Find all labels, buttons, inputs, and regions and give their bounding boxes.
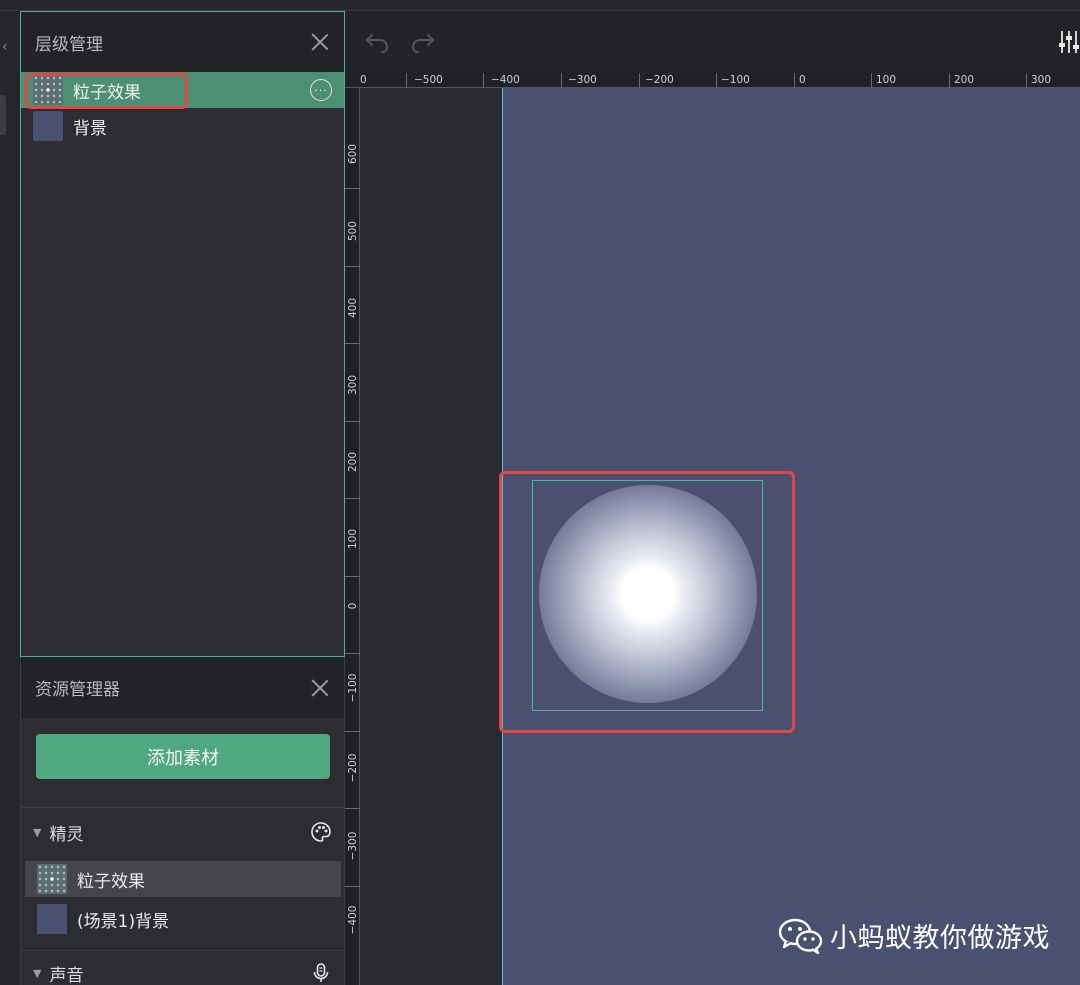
more-options-icon[interactable]: ··· <box>310 79 332 101</box>
editor-toolbar <box>345 11 1080 73</box>
ruler-label: 200 <box>954 74 975 86</box>
ruler-tick <box>345 498 360 499</box>
hierarchy-panel: 层级管理 粒子效果 ··· 背景 <box>20 11 345 657</box>
side-tab[interactable] <box>0 95 6 135</box>
background-thumbnail <box>37 904 67 934</box>
ruler-tick <box>345 731 360 732</box>
ruler-tick <box>345 188 360 189</box>
redo-icon[interactable] <box>409 27 437 55</box>
asset-item-particles[interactable]: 粒子效果 <box>25 861 341 897</box>
ruler-label: −100 <box>721 74 750 86</box>
editor-window: ‹ 层级管理 粒子效果 ··· 背景 资源管理器 添加素材 ▼ 精灵 粒子效果 … <box>0 0 1080 985</box>
ruler-tick <box>483 73 484 88</box>
layer-label: 粒子效果 <box>73 82 141 103</box>
layer-item-particles[interactable]: 粒子效果 ··· <box>21 72 344 109</box>
ruler-label: −200 <box>645 74 674 86</box>
ruler-vertical: 600 500 400 300 200 100 0 −100 −200 −300… <box>345 88 360 985</box>
ruler-tick <box>794 73 795 88</box>
section-title: 精灵 <box>49 824 84 845</box>
sliders-icon[interactable] <box>1058 29 1080 55</box>
watermark-text: 小蚂蚁教你做游戏 <box>830 923 1050 954</box>
ruler-label: −100 <box>347 673 359 703</box>
ruler-label: 0 <box>347 602 359 610</box>
ruler-tick <box>871 73 872 88</box>
ruler-label: 500 <box>347 220 359 242</box>
ruler-tick <box>345 266 360 267</box>
hierarchy-header: 层级管理 <box>21 12 344 72</box>
ruler-tick <box>949 73 950 88</box>
ruler-tick <box>345 576 360 577</box>
layer-item-background[interactable]: 背景 <box>21 108 344 144</box>
ruler-tick <box>345 343 360 344</box>
ruler-tick <box>406 73 407 88</box>
ruler-tick <box>345 653 360 654</box>
ruler-tick <box>345 886 360 887</box>
wechat-icon <box>778 918 823 954</box>
resource-panel: 资源管理器 添加素材 ▼ 精灵 粒子效果 (场景1)背景 ▼ 声音 <box>20 657 345 985</box>
ruler-label: 100 <box>876 74 897 86</box>
resource-header: 资源管理器 <box>21 657 344 718</box>
ruler-horizontal: 0 −500 −400 −300 −200 −100 0 100 200 300 <box>345 73 1080 88</box>
ruler-label: −400 <box>347 905 359 935</box>
ruler-label: 400 <box>347 297 359 319</box>
resource-title: 资源管理器 <box>35 680 120 700</box>
section-title: 声音 <box>49 965 84 985</box>
ruler-label: −500 <box>414 74 443 86</box>
close-icon[interactable] <box>310 678 330 698</box>
ruler-tick <box>639 73 640 88</box>
microphone-icon[interactable] <box>310 962 332 984</box>
hierarchy-title: 层级管理 <box>35 34 103 55</box>
ruler-tick <box>561 73 562 88</box>
left-gutter: ‹ <box>0 11 20 985</box>
background-thumbnail <box>33 111 63 141</box>
close-icon[interactable] <box>310 32 330 52</box>
palette-icon[interactable] <box>310 821 332 843</box>
ruler-tick <box>1026 73 1027 88</box>
ruler-label: 200 <box>347 451 359 473</box>
ruler-label: 600 <box>347 143 359 165</box>
ruler-tick <box>345 808 360 809</box>
particles-thumbnail <box>37 864 67 894</box>
ruler-label: −300 <box>347 831 359 861</box>
watermark: 小蚂蚁教你做游戏 <box>778 916 1050 955</box>
annotation-outline <box>499 471 795 733</box>
triangle-down-icon: ▼ <box>33 825 42 839</box>
ruler-tick <box>716 73 717 88</box>
asset-item-background[interactable]: (场景1)背景 <box>25 901 341 937</box>
ruler-label: 300 <box>347 374 359 396</box>
chevron-left-icon[interactable]: ‹ <box>2 39 8 55</box>
divider <box>21 807 344 808</box>
ruler-tick <box>345 421 360 422</box>
ruler-label: 0 <box>799 74 806 86</box>
ruler-label: −400 <box>491 74 520 86</box>
scene-canvas[interactable]: 小蚂蚁教你做游戏 <box>360 88 1080 985</box>
undo-icon[interactable] <box>363 27 391 55</box>
asset-label: (场景1)背景 <box>77 911 170 932</box>
triangle-down-icon: ▼ <box>33 966 42 980</box>
ruler-label: 300 <box>1031 74 1052 86</box>
section-sprites[interactable]: ▼ 精灵 <box>21 810 344 854</box>
top-strip <box>0 0 1080 11</box>
ruler-label: 100 <box>347 528 359 550</box>
add-asset-button[interactable]: 添加素材 <box>36 734 330 779</box>
ruler-label: −300 <box>568 74 597 86</box>
particles-thumbnail <box>33 75 63 105</box>
ruler-label: 0 <box>360 74 367 86</box>
section-sounds[interactable]: ▼ 声音 <box>21 951 344 985</box>
asset-label: 粒子效果 <box>77 871 145 892</box>
layer-label: 背景 <box>73 118 107 139</box>
ruler-label: −200 <box>347 753 359 783</box>
